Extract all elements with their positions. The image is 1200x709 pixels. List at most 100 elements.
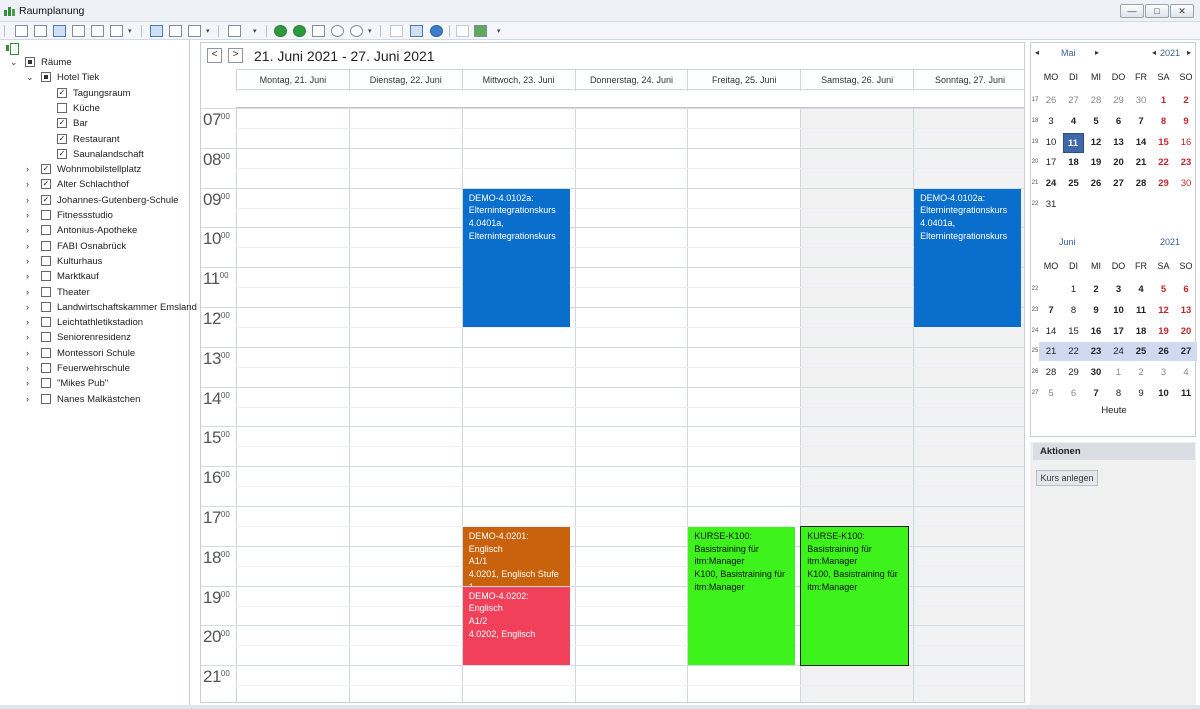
mini-calendar-day[interactable]: 22	[1063, 342, 1085, 361]
tree-item[interactable]: › Nanes Malkästchen	[0, 392, 188, 407]
month-name[interactable]: Juni	[1059, 237, 1076, 247]
mini-calendar-day[interactable]: 6	[1175, 280, 1197, 299]
mini-calendar-day[interactable]: 6	[1063, 384, 1085, 403]
day-header[interactable]: Sonntag, 27. Juni	[913, 70, 1024, 91]
tree-item[interactable]: ✓ Restaurant	[0, 132, 188, 147]
expand-chevron-icon[interactable]: ›	[26, 241, 29, 251]
resources-dropdown-icon[interactable]: ▾	[206, 27, 210, 35]
tree-item[interactable]: › ✓ Johannes-Gutenberg-Schule	[0, 193, 188, 208]
mini-calendar-day[interactable]: 5	[1040, 384, 1062, 403]
mini-calendar-day[interactable]: 18	[1130, 322, 1152, 341]
tree-checkbox[interactable]: ✓	[41, 164, 51, 175]
tree-checkbox[interactable]: ✓	[41, 179, 51, 190]
zoom-in-icon[interactable]	[331, 25, 344, 37]
mini-calendar-day[interactable]	[1153, 195, 1175, 214]
calendar-options-icon[interactable]	[228, 25, 241, 37]
collapse-chevron-icon[interactable]: ⌄	[10, 57, 18, 68]
mini-calendar-day[interactable]: 18	[1063, 153, 1085, 172]
day-header[interactable]: Mittwoch, 23. Juni	[461, 70, 575, 91]
appointment[interactable]: KURSE-K100: Basistraining für itm:Manager K…	[688, 526, 796, 666]
mini-calendar-day[interactable]: 28	[1130, 174, 1152, 193]
tree-item[interactable]: › Theater	[0, 285, 188, 300]
mini-calendar-day[interactable]: 14	[1130, 133, 1152, 152]
week-number[interactable]: 24	[1031, 328, 1039, 334]
view-week-icon[interactable]	[53, 25, 66, 37]
tree-checkbox[interactable]	[25, 57, 35, 67]
tree-checkbox[interactable]	[41, 332, 51, 343]
next-month-arrow-icon[interactable]: ▸	[1095, 48, 1099, 57]
export-icon[interactable]	[474, 25, 487, 37]
tree-item[interactable]: ⌄ Räume	[0, 55, 188, 70]
mini-calendar-day[interactable]: 8	[1108, 384, 1130, 403]
year-name[interactable]: 2021	[1160, 48, 1180, 58]
expand-chevron-icon[interactable]: ›	[26, 348, 29, 358]
mini-calendar-day[interactable]: 3	[1153, 363, 1175, 382]
calendar-options-dropdown-icon[interactable]: ▾	[253, 27, 257, 35]
mini-calendar-day[interactable]: 22	[1153, 153, 1175, 172]
zoom-dropdown-icon[interactable]: ▾	[368, 27, 372, 35]
week-number[interactable]: 26	[1031, 369, 1039, 375]
today-button[interactable]: Heute	[1031, 405, 1197, 416]
tree-item[interactable]: › Marktkauf	[0, 269, 188, 284]
mini-calendar-day[interactable]: 7	[1040, 301, 1062, 320]
appointment[interactable]: DEMO-4.0102a: Elternintegrationskurs 4.040…	[462, 188, 570, 327]
prev-week-button[interactable]: <	[207, 48, 222, 63]
mini-calendar-day[interactable]: 10	[1153, 384, 1175, 403]
tree-item[interactable]: ✓ Tagungsraum	[0, 86, 188, 101]
mini-calendar-day[interactable]: 26	[1153, 342, 1175, 361]
mini-calendar-day[interactable]: 28	[1040, 363, 1062, 382]
tree-checkbox[interactable]	[41, 393, 51, 404]
mini-calendar-day[interactable]: 16	[1175, 133, 1197, 152]
day-header[interactable]: Samstag, 26. Juni	[800, 70, 913, 91]
mini-calendar-day[interactable]: 9	[1130, 384, 1152, 403]
tree-item[interactable]: › Fitnessstudio	[0, 208, 188, 223]
mini-calendar-day[interactable]: 19	[1153, 322, 1175, 341]
mini-calendar-day[interactable]: 9	[1175, 112, 1197, 131]
expand-chevron-icon[interactable]: ›	[26, 317, 29, 327]
day-header[interactable]: Donnerstag, 24. Juni	[574, 70, 688, 91]
mini-calendar-day[interactable]: 25	[1130, 342, 1152, 361]
week-number[interactable]: 20	[1031, 159, 1039, 165]
view-workweek-icon[interactable]	[34, 25, 47, 37]
mini-calendar-day[interactable]: 29	[1153, 174, 1175, 193]
mini-calendar-day[interactable]: 15	[1153, 133, 1175, 152]
week-number[interactable]: 22	[1031, 201, 1039, 207]
tree-item[interactable]: › "Mikes Pub"	[0, 376, 188, 391]
mini-calendar-day[interactable]: 30	[1130, 91, 1152, 110]
mini-calendar-day[interactable]	[1063, 195, 1085, 214]
mini-calendar-day[interactable]: 11	[1175, 384, 1197, 403]
mini-calendar-day[interactable]: 15	[1063, 322, 1085, 341]
mini-calendar-day[interactable]: 12	[1085, 133, 1107, 152]
year-name[interactable]: 2021	[1160, 237, 1180, 247]
tree-checkbox[interactable]	[41, 378, 51, 389]
mini-calendar-day[interactable]: 7	[1085, 384, 1107, 403]
expand-chevron-icon[interactable]: ›	[26, 378, 29, 388]
tree-item[interactable]: Küche	[0, 101, 188, 116]
mini-calendar-day[interactable]	[1175, 195, 1197, 214]
tree-checkbox[interactable]: ✓	[57, 87, 67, 98]
prev-month-arrow-icon[interactable]: ◂	[1035, 48, 1039, 57]
mini-calendar-day[interactable]: 26	[1040, 91, 1062, 110]
mini-calendar-day[interactable]	[1085, 195, 1107, 214]
mini-calendar-day[interactable]: 14	[1040, 322, 1062, 341]
tree-item[interactable]: › Montessori Schule	[0, 346, 188, 361]
expand-chevron-icon[interactable]: ›	[26, 287, 29, 297]
working-hours-icon[interactable]	[410, 25, 423, 37]
navigate-back-icon[interactable]	[274, 25, 287, 37]
tree-item[interactable]: › ✓ Wohnmobilstellplatz	[0, 162, 188, 177]
expand-chevron-icon[interactable]: ›	[26, 210, 29, 220]
mini-calendar-day[interactable]: 3	[1040, 112, 1062, 131]
mini-calendar-day[interactable]: 20	[1108, 153, 1130, 172]
appointment[interactable]: DEMO-4.0202: Englisch A1/2 4.0202, Englisc…	[462, 586, 570, 666]
mini-calendar-day[interactable]: 1	[1153, 91, 1175, 110]
mini-calendar-day[interactable]: 9	[1085, 301, 1107, 320]
resources-icon[interactable]	[188, 25, 201, 37]
mini-calendar-day[interactable]: 13	[1108, 133, 1130, 152]
appointment[interactable]: DEMO-4.0102a: Elternintegrationskurs 4.040…	[914, 188, 1021, 327]
tree-checkbox[interactable]: ✓	[57, 133, 67, 144]
tree-checkbox[interactable]	[41, 286, 51, 297]
expand-chevron-icon[interactable]: ›	[26, 302, 29, 312]
mini-calendar-day[interactable]: 11	[1062, 132, 1084, 153]
mini-calendar-day[interactable]	[1130, 195, 1152, 214]
mini-calendar-day[interactable]: 3	[1108, 280, 1130, 299]
